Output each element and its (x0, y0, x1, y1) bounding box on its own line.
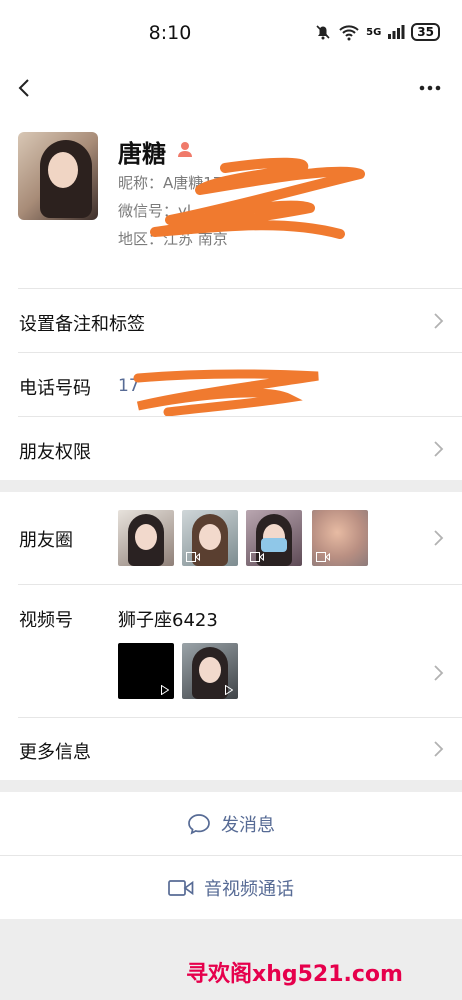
video-icon (316, 552, 330, 562)
play-icon (225, 685, 233, 695)
chevron-right-icon (434, 441, 444, 457)
more-info-label: 更多信息 (19, 742, 91, 763)
channels-video[interactable] (118, 643, 174, 699)
permission-row[interactable]: 朋友权限 (0, 416, 462, 480)
moments-row[interactable]: 朋友圈 (0, 492, 462, 584)
redaction-scribble (133, 369, 319, 416)
divider (18, 584, 462, 585)
phone-row[interactable]: 电话号码 17 (0, 352, 462, 416)
nav-bar (0, 66, 462, 112)
wifi-icon (339, 25, 359, 41)
chevron-right-icon (434, 313, 444, 329)
send-message-label: 发消息 (221, 814, 275, 836)
channels-label: 视频号 (19, 610, 73, 631)
video-call-button[interactable]: 音视频通话 (0, 856, 462, 919)
play-icon (161, 685, 169, 695)
more-dots-icon[interactable] (416, 74, 444, 102)
divider (18, 717, 462, 718)
watermark-text: 寻欢阁xhg521.com (186, 962, 403, 987)
chat-bubble-icon (188, 813, 210, 835)
video-icon (250, 552, 264, 562)
channels-row[interactable]: 视频号 狮子座6423 (0, 584, 462, 717)
moments-photo[interactable] (118, 510, 174, 566)
signal-icon (388, 25, 405, 39)
more-info-row[interactable]: 更多信息 (0, 717, 462, 780)
redaction-scribble (150, 157, 365, 239)
chevron-right-icon (434, 741, 444, 757)
mute-bell-icon (316, 25, 330, 40)
remark-row[interactable]: 设置备注和标签 (0, 288, 462, 352)
phone-label: 电话号码 (19, 378, 91, 399)
divider (18, 416, 462, 417)
video-call-icon (168, 879, 194, 896)
moments-video[interactable] (246, 510, 302, 566)
status-bar: 8:10 5G 35 (0, 0, 462, 66)
divider (18, 288, 462, 289)
divider (18, 352, 462, 353)
moments-video[interactable] (312, 510, 368, 566)
send-message-button[interactable]: 发消息 (0, 792, 462, 855)
video-call-label: 音视频通话 (204, 878, 294, 900)
avatar[interactable] (18, 132, 98, 220)
permission-label: 朋友权限 (19, 442, 91, 463)
status-icons: 5G 35 (314, 23, 440, 41)
channels-video[interactable] (182, 643, 238, 699)
moments-video[interactable] (182, 510, 238, 566)
video-icon (186, 552, 200, 562)
chevron-right-icon (434, 530, 444, 546)
network-5g-label: 5G (366, 26, 382, 38)
remark-label: 设置备注和标签 (19, 314, 145, 335)
profile-card: 唐糖 昵称：A唐糖175 微信号：yl 地区：江苏 南京 (0, 112, 462, 288)
status-time: 8:10 (148, 22, 192, 44)
chevron-right-icon (434, 665, 444, 681)
moments-label: 朋友圈 (19, 530, 73, 551)
chevron-left-icon[interactable] (12, 74, 40, 102)
channels-name: 狮子座6423 (118, 610, 218, 631)
battery-indicator: 35 (411, 23, 440, 41)
